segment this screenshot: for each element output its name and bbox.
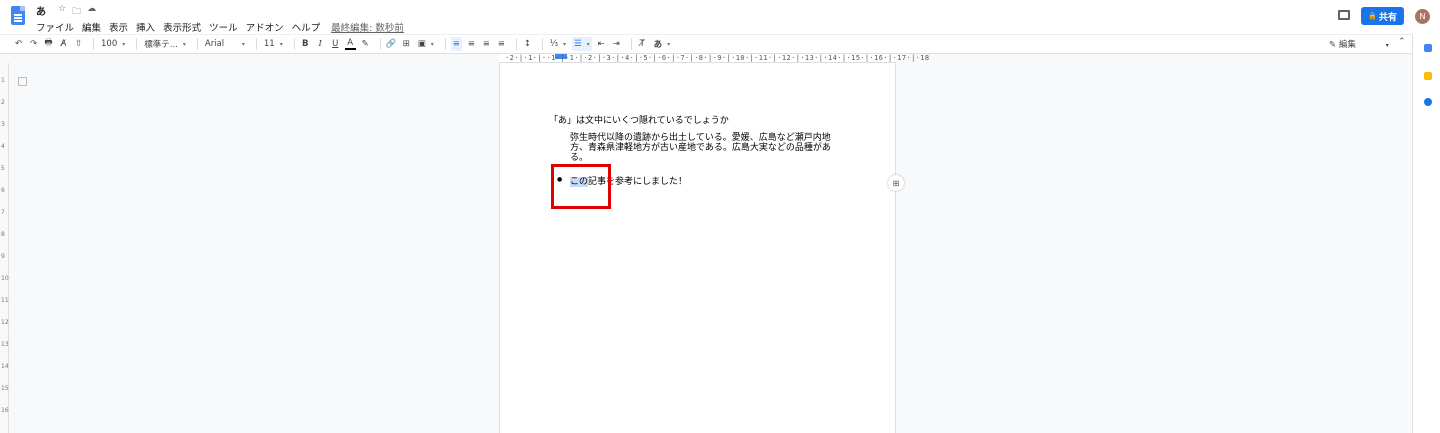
add-comment-floating-icon[interactable]: ⊞	[888, 175, 904, 191]
add-comment-icon[interactable]: ⊞	[401, 37, 412, 51]
vruler-tick: 15	[1, 385, 9, 392]
comment-history-icon[interactable]	[1338, 10, 1350, 20]
toolbar-divider	[136, 38, 138, 50]
toolbar-divider	[255, 38, 257, 50]
style-select[interactable]: 標準テ...	[142, 37, 188, 51]
last-edit-link[interactable]: 最終編集: 数秒前	[331, 20, 404, 34]
title-icons: ☆ 🗀 ☁	[58, 4, 96, 20]
menu-insert[interactable]: 挿入	[136, 20, 155, 34]
vruler-tick: 1	[1, 77, 5, 84]
vruler-tick: 4	[1, 143, 5, 150]
vruler-tick: 5	[1, 165, 5, 172]
avatar[interactable]: N	[1415, 9, 1430, 24]
vruler-tick: 7	[1, 209, 5, 216]
menu-edit[interactable]: 編集	[82, 20, 101, 34]
star-icon[interactable]: ☆	[58, 4, 66, 20]
font-size-select[interactable]: 11	[262, 37, 285, 51]
header: あ ☆ 🗀 ☁ ファイル 編集 表示 挿入 表示形式 ツール アドオン ヘルプ …	[0, 0, 1440, 34]
align-right-icon[interactable]: ≡	[481, 37, 492, 51]
menu-help[interactable]: ヘルプ	[292, 20, 321, 34]
vruler-tick: 14	[1, 363, 9, 370]
toolbar-divider	[541, 38, 543, 50]
menu-bar: ファイル 編集 表示 挿入 表示形式 ツール アドオン ヘルプ 最終編集: 数秒…	[36, 20, 404, 34]
cloud-status-icon[interactable]: ☁	[87, 4, 96, 20]
vruler-tick: 8	[1, 231, 5, 238]
justify-icon[interactable]: ≡	[496, 37, 507, 51]
document-title[interactable]: あ	[36, 3, 46, 18]
tasks-icon[interactable]	[1424, 98, 1432, 106]
vruler-tick: 9	[1, 253, 5, 260]
print-icon[interactable]: 🖶	[43, 37, 54, 51]
document-heading[interactable]: 「あ」は文中にいくつ隠れているでしょうか	[549, 113, 729, 126]
font-select[interactable]: Arial	[203, 37, 247, 51]
vruler-tick: 3	[1, 121, 5, 128]
increase-indent-icon[interactable]: ⇥	[611, 37, 622, 51]
underline-button[interactable]: U	[330, 37, 341, 51]
document-outline-icon[interactable]	[18, 77, 27, 86]
toolbar-divider	[293, 38, 295, 50]
toolbar-divider	[444, 38, 446, 50]
spellcheck-icon[interactable]: A̸	[58, 37, 69, 51]
annotation-highlight-box	[551, 164, 611, 209]
bold-button[interactable]: B	[300, 37, 311, 51]
paint-format-icon[interactable]: ⇧	[73, 37, 84, 51]
google-docs-window: あ ☆ 🗀 ☁ ファイル 編集 表示 挿入 表示形式 ツール アドオン ヘルプ …	[0, 0, 1440, 433]
zoom-select[interactable]: 100	[99, 37, 127, 51]
input-tools-select[interactable]: あ	[652, 37, 673, 51]
calendar-icon[interactable]	[1424, 44, 1432, 52]
align-left-icon[interactable]: ≡	[450, 37, 462, 51]
menu-addons[interactable]: アドオン	[246, 20, 284, 34]
vruler-tick: 2	[1, 99, 5, 106]
menu-view[interactable]: 表示	[109, 20, 128, 34]
italic-button[interactable]: I	[315, 37, 326, 51]
share-button[interactable]: 🔒 共有	[1361, 7, 1404, 25]
text-color-button[interactable]: A	[344, 38, 356, 50]
align-center-icon[interactable]: ≡	[466, 37, 477, 51]
vruler-tick: 6	[1, 187, 5, 194]
toolbar: ↶ ↷ 🖶 A̸ ⇧ 100 標準テ... Arial 11 B I U A ✎…	[0, 34, 1412, 54]
link-icon[interactable]: 🔗	[386, 37, 397, 51]
decrease-indent-icon[interactable]: ⇤	[596, 37, 607, 51]
toolbar-divider	[379, 38, 381, 50]
share-label: 共有	[1378, 12, 1397, 23]
vruler-tick: 12	[1, 319, 9, 326]
undo-icon[interactable]: ↶	[13, 37, 24, 51]
menu-format[interactable]: 表示形式	[163, 20, 201, 34]
vertical-ruler[interactable]: 1 2 3 4 5 6 7 8 9 10 11 12 13 14 15 16	[0, 63, 9, 433]
menu-file[interactable]: ファイル	[36, 20, 74, 34]
insert-image-icon[interactable]: ▣	[416, 37, 436, 51]
side-panel	[1412, 34, 1440, 433]
vruler-tick: 11	[1, 297, 9, 304]
numbered-list-icon[interactable]: ⅓	[548, 37, 568, 51]
horizontal-ruler[interactable]: ·2·|·1·|··1·|·1·|·2·|·3·|·4·|·5·|·6·|·7·…	[499, 54, 929, 63]
toolbar-divider	[515, 38, 517, 50]
vruler-tick: 16	[1, 407, 9, 414]
toolbar-divider	[630, 38, 632, 50]
lock-icon: 🔒	[1368, 12, 1377, 20]
docs-logo-icon[interactable]	[11, 6, 25, 25]
collapse-menu-icon[interactable]: ⌃	[1398, 37, 1406, 47]
line-spacing-icon[interactable]: ↕	[522, 37, 533, 51]
move-folder-icon[interactable]: 🗀	[72, 4, 81, 20]
bulleted-list-icon[interactable]: ☰	[572, 37, 592, 51]
document-paragraph[interactable]: 弥生時代以降の遺跡から出土している。愛媛、広島など瀬戸内地方、青森県津軽地方が古…	[570, 133, 834, 163]
toolbar-divider	[93, 38, 94, 50]
highlight-color-icon[interactable]: ✎	[360, 37, 371, 51]
vruler-tick: 10	[1, 275, 9, 282]
keep-icon[interactable]	[1424, 72, 1432, 80]
redo-icon[interactable]: ↷	[28, 37, 39, 51]
clear-formatting-icon[interactable]: T̸	[637, 37, 648, 51]
editing-mode-select[interactable]: ✎ 編集	[1329, 38, 1389, 50]
toolbar-divider	[196, 38, 198, 50]
ruler-numbers: ·2·|·1·|··1·|·1·|·2·|·3·|·4·|·5·|·6·|·7·…	[505, 54, 930, 62]
menu-tools[interactable]: ツール	[209, 20, 238, 34]
vruler-tick: 13	[1, 341, 9, 348]
